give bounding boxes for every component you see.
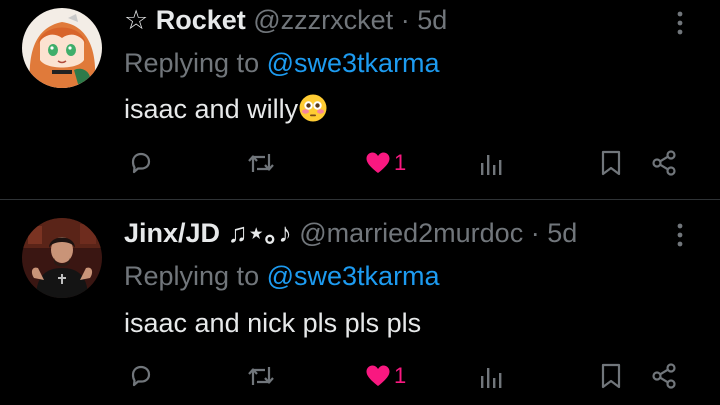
avatar[interactable] xyxy=(22,8,102,88)
like-count: 1 xyxy=(394,150,407,175)
person-photo-avatar-icon xyxy=(22,218,102,298)
more-vertical-icon xyxy=(677,223,683,247)
views-icon xyxy=(481,368,502,388)
replying-to-label: Replying to xyxy=(124,261,260,291)
more-vertical-icon xyxy=(677,11,683,35)
timestamp[interactable]: 5d xyxy=(547,218,577,248)
mention-link[interactable]: @swe3tkarma xyxy=(267,48,440,78)
tweet-actions: 1 xyxy=(0,357,720,393)
tweet[interactable]: ☆ Rocket @zzzrxcket · 5d Replying to @sw… xyxy=(0,0,720,199)
timestamp[interactable]: 5d xyxy=(417,5,447,35)
tweet-text: isaac and willy xyxy=(124,92,328,126)
bookmark-button[interactable] xyxy=(599,361,623,391)
heart-filled-icon xyxy=(366,152,390,173)
tweet-header: Jinx/JD ♫⋆｡♪ @married2murdoc · 5d xyxy=(124,216,577,250)
share-icon xyxy=(652,150,676,176)
retweet-button[interactable] xyxy=(246,361,276,391)
tweet-header: ☆ Rocket @zzzrxcket · 5d xyxy=(124,3,447,37)
retweet-icon xyxy=(248,154,274,172)
display-name[interactable]: ☆ Rocket xyxy=(124,5,246,35)
like-button[interactable]: 1 xyxy=(364,361,406,391)
share-icon xyxy=(652,363,676,389)
bookmark-icon xyxy=(601,363,621,389)
views-icon xyxy=(481,155,502,175)
more-options-button[interactable] xyxy=(668,220,692,250)
replying-to-line: Replying to @swe3tkarma xyxy=(124,46,440,80)
reply-icon xyxy=(131,152,151,174)
retweet-icon xyxy=(248,367,274,385)
replying-to-line: Replying to @swe3tkarma xyxy=(124,259,440,293)
tweet-actions: 1 xyxy=(0,144,720,180)
replying-to-label: Replying to xyxy=(124,48,260,78)
mention-link[interactable]: @swe3tkarma xyxy=(267,261,440,291)
retweet-button[interactable] xyxy=(246,148,276,178)
views-button[interactable] xyxy=(478,148,504,178)
tweet-text: isaac and nick pls pls pls xyxy=(124,306,421,340)
user-handle[interactable]: @zzzrxcket xyxy=(253,5,393,35)
bookmark-button[interactable] xyxy=(599,148,623,178)
tweet[interactable]: Jinx/JD ♫⋆｡♪ @married2murdoc · 5d Replyi… xyxy=(0,200,720,405)
more-options-button[interactable] xyxy=(668,8,692,38)
views-button[interactable] xyxy=(478,361,504,391)
heart-filled-icon xyxy=(366,365,390,386)
reply-button[interactable] xyxy=(127,148,155,178)
separator-dot: · xyxy=(400,5,410,35)
tweet-text-content: isaac and nick pls pls pls xyxy=(124,308,422,338)
share-button[interactable] xyxy=(651,148,679,178)
reply-button[interactable] xyxy=(127,361,155,391)
reply-icon xyxy=(131,365,151,387)
separator-dot: · xyxy=(530,218,540,248)
flushed-face-emoji-icon xyxy=(298,93,328,123)
bookmark-icon xyxy=(601,150,621,176)
like-count: 1 xyxy=(394,363,407,388)
user-handle[interactable]: @married2murdoc xyxy=(299,218,523,248)
like-button[interactable]: 1 xyxy=(364,148,406,178)
avatar[interactable] xyxy=(22,218,102,298)
display-name[interactable]: Jinx/JD ♫⋆｡♪ xyxy=(124,218,292,248)
share-button[interactable] xyxy=(651,361,679,391)
tweet-text-content: isaac and willy xyxy=(124,94,299,124)
anime-girl-avatar-icon xyxy=(22,8,102,88)
